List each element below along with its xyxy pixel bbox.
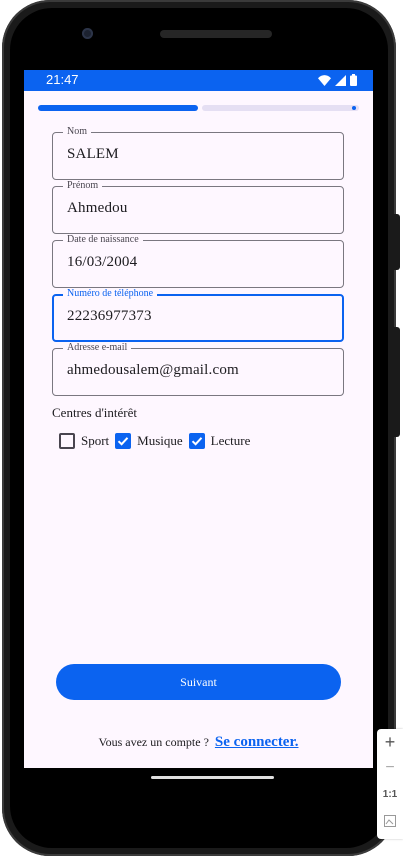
nom-input[interactable] [67, 146, 327, 163]
check-icon [191, 437, 202, 446]
volume-button [394, 327, 400, 437]
battery-icon [350, 74, 357, 86]
check-icon [117, 437, 129, 446]
progress-bar-track [202, 105, 359, 111]
phone-input[interactable] [67, 308, 327, 325]
birthdate-input[interactable] [67, 254, 327, 271]
app-screen: 21:47 Nom Prénom Date de naissance Numér… [24, 70, 373, 768]
sport-label: Sport [81, 433, 110, 448]
emulator-zoom-panel: + − 1:1 [377, 729, 403, 839]
interests-title: Centres d'intérêt [52, 405, 138, 420]
nom-label: Nom [63, 126, 91, 138]
prenom-label: Prénom [63, 180, 103, 192]
speaker-grille [160, 30, 272, 38]
status-bar: 21:47 [24, 70, 373, 91]
fit-screen-icon [384, 815, 396, 827]
prenom-input[interactable] [67, 200, 327, 217]
wifi-icon [318, 74, 331, 86]
power-button [394, 214, 400, 270]
birthdate-field: Date de naissance [52, 234, 344, 288]
musique-label: Musique [137, 433, 183, 448]
sport-checkbox[interactable] [59, 433, 75, 449]
birthdate-label: Date de naissance [63, 234, 143, 246]
phone-field: Numéro de téléphone [52, 288, 344, 342]
email-input[interactable] [67, 362, 327, 379]
email-label: Adresse e-mail [63, 342, 132, 354]
progress-bar-fill [38, 105, 198, 111]
next-button[interactable]: Suivant [56, 664, 341, 700]
zoom-reset-button[interactable]: 1:1 [377, 789, 403, 800]
musique-checkbox[interactable] [115, 433, 132, 449]
nom-field: Nom [52, 126, 344, 180]
camera-icon [82, 28, 93, 39]
zoom-in-button[interactable]: + [377, 732, 403, 753]
login-footer: Vous avez un compte ? Se connecter. [24, 734, 373, 751]
phone-label: Numéro de téléphone [63, 288, 158, 300]
prenom-field: Prénom [52, 180, 344, 234]
signal-icon [335, 74, 346, 86]
login-prompt: Vous avez un compte ? [98, 735, 209, 749]
status-icons [318, 74, 357, 86]
lecture-label: Lecture [210, 433, 251, 448]
home-indicator[interactable] [151, 776, 274, 779]
zoom-out-button[interactable]: − [377, 759, 403, 777]
progress-end-dot [352, 106, 356, 110]
lecture-checkbox[interactable] [188, 433, 205, 449]
email-field: Adresse e-mail [52, 342, 344, 396]
status-time: 21:47 [46, 72, 79, 87]
fit-screen-button[interactable] [377, 814, 403, 832]
interests-checkboxes: Sport Musique Lecture [59, 433, 256, 449]
login-link[interactable]: Se connecter. [215, 734, 299, 750]
